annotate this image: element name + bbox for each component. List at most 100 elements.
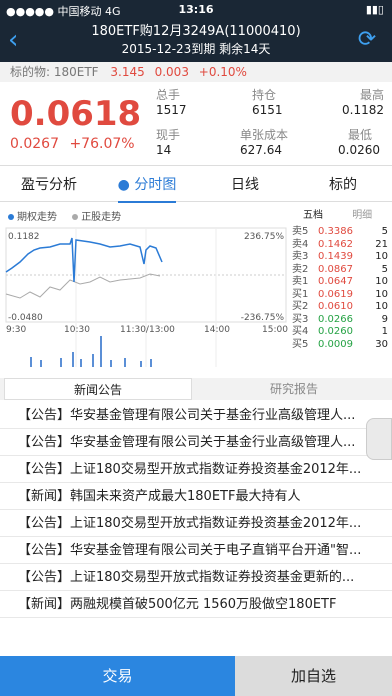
level-label: 卖1 (292, 276, 309, 287)
stat-low: 最低 0.0260 (338, 128, 380, 158)
legend-stock: 正股走势 (72, 212, 121, 223)
news-item[interactable]: 【新闻】两融规模首破500亿元 1560万股做空180ETF (0, 591, 392, 618)
news-item[interactable]: 【新闻】韩国未来资产成最大180ETF最大持有人 (0, 483, 392, 510)
stat-label: 单张成本 (240, 128, 289, 142)
news-item[interactable]: 【公告】华安基金管理有限公司关于基金行业高级管理人... (0, 402, 392, 429)
tab-intraday[interactable]: ● 分时图 (98, 168, 196, 203)
underlying-label: 标的物: 180ETF (10, 65, 99, 79)
vol-bar (60, 358, 62, 367)
trade-button[interactable]: 交易 (0, 656, 235, 696)
stat-high: 最高 0.1182 (342, 88, 384, 118)
vol-bar (30, 357, 32, 367)
level-qty: 10 (375, 251, 388, 262)
tab-detail[interactable]: 明细 (339, 206, 385, 226)
view-tabs: 盈亏分析 ● 分时图 日线 标的 (0, 168, 392, 203)
level-price: 0.0619 (318, 288, 353, 300)
y-max-label: 0.1182 (8, 232, 40, 242)
orderbook-row: 卖1 0.0647 10 (290, 276, 392, 289)
vol-bar (72, 352, 74, 367)
price-plot: 0.1182 -0.0480 236.75% -236.75% 9:30 10:… (5, 227, 288, 367)
orderbook-row: 卖4 0.1462 21 (290, 239, 392, 252)
y-min-label: -0.0480 (8, 313, 43, 323)
level-qty: 10 (375, 288, 388, 300)
level-label: 买3 (292, 313, 309, 325)
legend-option: 期权走势 (8, 212, 57, 223)
level-price: 0.0867 (318, 263, 353, 275)
pct-min-label: -236.75% (241, 313, 285, 323)
vol-bar (80, 359, 82, 367)
add-watchlist-button[interactable]: 加自选 (235, 656, 392, 696)
vol-bar (110, 360, 112, 367)
orderbook-row: 卖5 0.3386 5 (290, 226, 392, 239)
level-price: 0.3386 (318, 226, 353, 237)
tab-underlying[interactable]: 标的 (294, 168, 392, 202)
level-qty: 1 (381, 326, 388, 337)
level-label: 买4 (292, 326, 309, 337)
orderbook-row: 买4 0.0260 1 (290, 326, 392, 339)
news-item[interactable]: 【公告】上证180交易型开放式指数证券投资基金2012年... (0, 456, 392, 483)
news-item[interactable]: 【公告】华安基金管理有限公司关于电子直销平台开通"智... (0, 537, 392, 564)
stat-value: 0.1182 (342, 103, 384, 117)
price-change: 0.0267 +76.07% (10, 136, 135, 152)
level-qty: 21 (375, 238, 388, 250)
x-tick: 15:00 (262, 325, 288, 335)
level-label: 卖3 (292, 251, 309, 262)
stat-openint: 持仓 6151 (252, 88, 283, 118)
stat-value: 6151 (252, 103, 283, 117)
page-subtitle: 2015-12-23到期 剩余14天 (121, 42, 271, 56)
x-tick: 9:30 (6, 325, 26, 335)
underlying-price: 3.145 (110, 65, 145, 79)
change-value: 0.0267 (10, 136, 59, 152)
stat-value: 1517 (156, 103, 187, 117)
level-label: 卖2 (292, 263, 309, 275)
orderbook-tabs: 五档 明细 (290, 206, 392, 226)
level-price: 0.1462 (318, 238, 353, 250)
news-item[interactable]: 【公告】华安基金管理有限公司关于基金行业高级管理人... (0, 429, 392, 456)
level-qty: 10 (375, 276, 388, 287)
orderbook-row: 卖2 0.0867 5 (290, 264, 392, 277)
stat-value: 14 (156, 143, 172, 157)
underlying-bar: 标的物: 180ETF 3.145 0.003 +0.10% (0, 62, 392, 82)
orderbook-row: 买3 0.0266 9 (290, 314, 392, 327)
stat-volume: 总手 1517 (156, 88, 187, 118)
x-tick: 11:30/13:00 (120, 325, 175, 335)
stat-value: 0.0260 (338, 143, 380, 157)
x-tick: 10:30 (64, 325, 90, 335)
orderbook-row: 卖3 0.1439 10 (290, 251, 392, 264)
news-item[interactable]: 【公告】上证180交易型开放式指数证券投资基金2012年... (0, 510, 392, 537)
level-price: 0.0266 (318, 313, 353, 325)
vol-bar (40, 360, 42, 367)
level-qty: 9 (381, 313, 388, 325)
pct-max-label: 236.75% (244, 232, 284, 242)
level-price: 0.0610 (318, 301, 353, 312)
vol-bar (92, 354, 94, 367)
orderbook-row: 买1 0.0619 10 (290, 289, 392, 302)
stat-curvol: 现手 14 (156, 128, 180, 158)
stat-value: 627.64 (240, 143, 282, 157)
volume-bars (30, 336, 152, 367)
vol-bar (150, 359, 152, 367)
back-icon[interactable]: ‹ (8, 26, 38, 56)
side-drawer-handle[interactable] (366, 418, 392, 460)
stat-cost: 单张成本 627.64 (240, 128, 288, 158)
level-label: 买5 (292, 338, 309, 350)
tab-depth[interactable]: 五档 (290, 206, 336, 226)
tab-daily[interactable]: 日线 (196, 168, 294, 202)
level-label: 卖4 (292, 238, 309, 250)
vol-bar (140, 361, 142, 367)
level-qty: 30 (375, 338, 388, 350)
stat-label: 现手 (156, 128, 181, 142)
tab-research[interactable]: 研究报告 (196, 378, 392, 400)
refresh-icon[interactable]: ⟳ (352, 26, 382, 56)
stat-label: 总手 (156, 88, 181, 102)
tab-pnl[interactable]: 盈亏分析 (0, 168, 98, 202)
series-stock (5, 273, 161, 299)
nav-bar: ‹ 180ETF购12月3249A(11000410) 2015-12-23到期… (0, 20, 392, 62)
x-tick: 14:00 (204, 325, 230, 335)
level-label: 买2 (292, 301, 309, 312)
stat-label: 最低 (348, 128, 373, 142)
level-label: 买1 (292, 288, 309, 300)
news-item[interactable]: 【公告】上证180交易型开放式指数证券投资基金更新的... (0, 564, 392, 591)
news-tabs: 新闻公告 研究报告 (0, 378, 392, 400)
tab-news[interactable]: 新闻公告 (4, 378, 192, 400)
